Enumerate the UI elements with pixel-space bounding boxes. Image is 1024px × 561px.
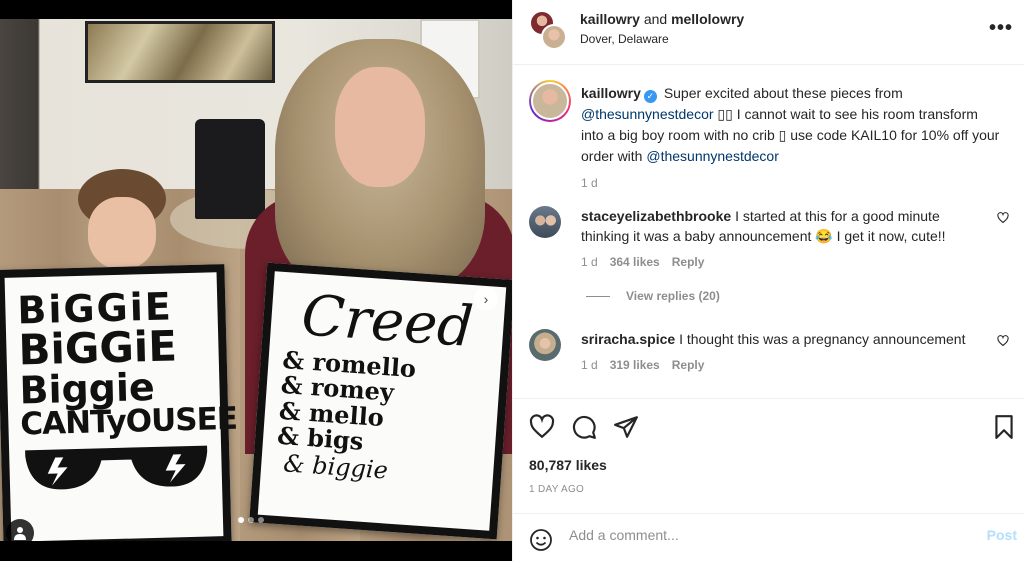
comment-username[interactable]: staceyelizabethbrooke <box>581 208 731 224</box>
divider <box>586 295 610 297</box>
photo-painting <box>85 21 275 83</box>
author-link[interactable]: mellolowry <box>671 11 744 27</box>
next-photo-button[interactable]: › <box>474 287 498 311</box>
post-side-panel: kaillowry and mellolowry Dover, Delaware… <box>512 0 1024 561</box>
post-actions: 80,787 likes 1 DAY AGO Post <box>513 398 1024 556</box>
avatar[interactable] <box>541 24 567 50</box>
comment-meta: 1 d 319 likes Reply <box>581 355 971 375</box>
post-media: BiGGiE BiGGiE Biggie CANTyOUSEE Creed & … <box>0 0 512 561</box>
sign-biggie: BiGGiE BiGGiE Biggie CANTyOUSEE <box>0 264 238 541</box>
comment-meta: 1 d 364 likes Reply <box>581 252 971 272</box>
save-bookmark-icon[interactable] <box>991 414 1017 440</box>
comment-time[interactable]: 1 d <box>581 355 598 375</box>
comment-likes[interactable]: 319 likes <box>610 355 660 375</box>
comment-input[interactable] <box>569 527 969 543</box>
reply-button[interactable]: Reply <box>672 355 705 375</box>
heart-icon[interactable] <box>997 335 1009 347</box>
carousel-dots <box>238 517 264 523</box>
view-replies-label[interactable]: View replies (20) <box>626 289 720 303</box>
caption-text: kaillowry ✓ Super excited about these pie… <box>581 83 1001 194</box>
comment-time[interactable]: 1 d <box>581 252 598 272</box>
comment-text: sriracha.spice I thought this was a preg… <box>581 329 971 375</box>
caption-body: Super excited about these pieces from <box>663 85 903 101</box>
carousel-dot <box>248 517 254 523</box>
author-names: kaillowry and mellolowry <box>580 11 744 27</box>
avatar-image <box>531 82 569 120</box>
sign-left-line: CANTyOUSEE <box>19 400 238 443</box>
share-icon[interactable] <box>613 414 639 440</box>
post-date[interactable]: 1 DAY AGO <box>529 484 584 495</box>
photo-boy-face <box>88 197 156 269</box>
view-replies-button[interactable]: View replies (20) <box>586 289 720 303</box>
avatar[interactable] <box>529 329 561 361</box>
post-comment-button[interactable]: Post <box>987 527 1017 543</box>
post-header: kaillowry and mellolowry Dover, Delaware… <box>513 0 1024 65</box>
author-link[interactable]: kaillowry <box>580 11 640 27</box>
carousel-dot <box>258 517 264 523</box>
avatar[interactable] <box>529 206 561 238</box>
post-photo[interactable]: BiGGiE BiGGiE Biggie CANTyOUSEE Creed & … <box>0 19 512 541</box>
caption-time[interactable]: 1 d <box>581 173 1001 194</box>
likes-count[interactable]: 80,787 likes <box>529 457 607 473</box>
carousel-dot <box>238 517 244 523</box>
collab-avatars[interactable] <box>529 10 569 50</box>
comment-body: I thought this was a pregnancy announcem… <box>679 331 966 347</box>
comment-likes[interactable]: 364 likes <box>610 252 660 272</box>
comment-icon[interactable] <box>571 414 597 440</box>
verified-badge-icon: ✓ <box>643 90 657 103</box>
more-options-icon[interactable]: ••• <box>989 17 1013 40</box>
heart-icon[interactable] <box>997 212 1009 224</box>
avatar[interactable] <box>529 80 571 122</box>
caption-username[interactable]: kaillowry <box>581 85 641 101</box>
like-heart-icon[interactable] <box>529 414 555 440</box>
comment-text: staceyelizabethbrooke I started at this … <box>581 206 971 272</box>
add-comment-bar: Post <box>513 513 1024 561</box>
and-text: and <box>643 11 668 27</box>
sign-left-line: BiGGiE <box>17 321 178 375</box>
emoji-icon[interactable] <box>529 528 553 552</box>
user-tag-icon[interactable] <box>6 519 34 541</box>
reply-button[interactable]: Reply <box>672 252 705 272</box>
location-link[interactable]: Dover, Delaware <box>580 32 669 46</box>
mention-link[interactable]: @thesunnynestdecor <box>581 106 714 122</box>
person-icon <box>14 527 26 540</box>
mention-link[interactable]: @thesunnynestdecor <box>646 148 779 164</box>
action-buttons <box>529 414 639 440</box>
comment-username[interactable]: sriracha.spice <box>581 331 675 347</box>
sunglasses-icon <box>25 445 208 490</box>
photo-woman-face <box>335 67 425 187</box>
sign-creed: Creed & romello & romey & mello & bigs &… <box>249 262 512 540</box>
photo-chair <box>195 119 265 219</box>
